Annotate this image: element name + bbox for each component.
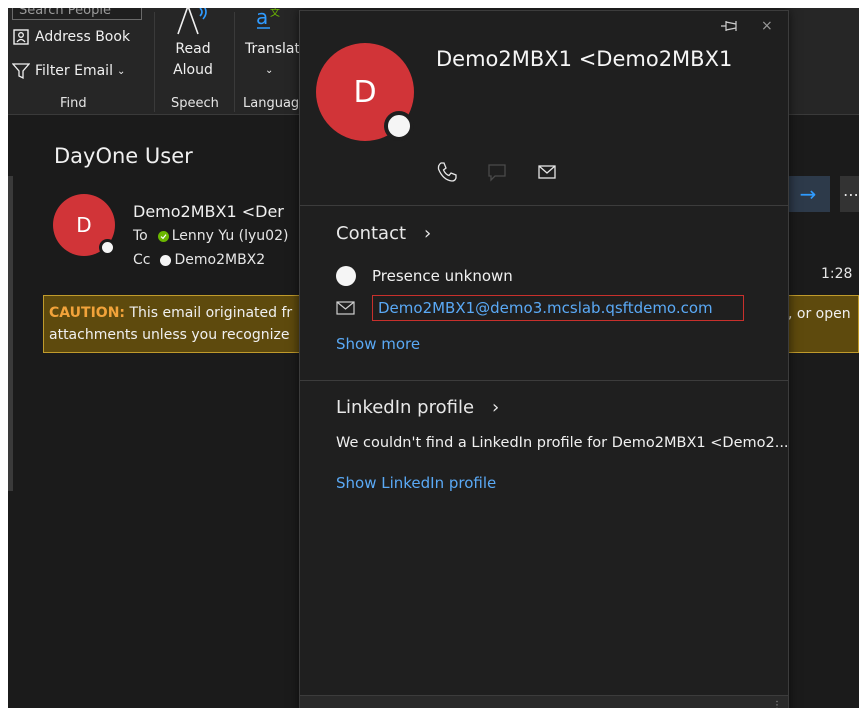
card-footer: ⋮ — [300, 695, 788, 708]
filter-email-label: Filter Email — [35, 63, 113, 79]
forward-button[interactable]: → — [786, 176, 830, 212]
address-book-button[interactable]: Address Book — [12, 26, 130, 48]
message-time: 1:28 — [821, 266, 853, 282]
cc-recipient[interactable]: Demo2MBX2 — [174, 252, 265, 268]
available-check-icon — [157, 230, 169, 242]
linkedin-section-title: LinkedIn profile — [336, 397, 475, 418]
caution-text-right: , or open — [788, 306, 851, 322]
read-aloud-icon — [177, 8, 207, 35]
filter-email-button[interactable]: Filter Email ⌄ — [12, 60, 125, 82]
translate-icon: a文 — [256, 8, 280, 29]
group-label-speech: Speech — [171, 96, 219, 111]
chevron-down-icon: ⌄ — [265, 65, 274, 76]
linkedin-section-header[interactable]: LinkedIn profile › — [336, 397, 499, 418]
presence-unknown-icon — [336, 266, 356, 286]
message-subject: DayOne User — [54, 144, 193, 168]
chat-icon[interactable] — [486, 161, 508, 183]
presence-text: Presence unknown — [372, 267, 513, 285]
phone-icon[interactable] — [436, 161, 458, 183]
contact-initial: D — [353, 74, 377, 110]
filter-icon — [12, 63, 30, 80]
presence-row: Presence unknown — [336, 266, 513, 286]
card-divider — [300, 380, 788, 381]
more-actions-button[interactable]: ⋯ — [840, 176, 859, 212]
arrow-right-icon: → — [799, 182, 817, 206]
group-divider — [154, 12, 155, 112]
show-linkedin-profile-link[interactable]: Show LinkedIn profile — [336, 474, 496, 492]
sender-initial: D — [76, 213, 92, 237]
reading-pane-scrollbar[interactable] — [8, 176, 13, 491]
pin-icon[interactable] — [720, 19, 740, 33]
to-line: To Lenny Yu (lyu02) — [133, 228, 288, 244]
caution-lead: CAUTION: — [49, 305, 126, 321]
contact-section-title: Contact — [336, 223, 407, 244]
read-aloud-label-2: Aloud — [173, 62, 213, 78]
sender-name[interactable]: Demo2MBX1 <Der — [133, 202, 284, 221]
group-label-find: Find — [60, 96, 87, 111]
more-icon: ⋯ — [843, 184, 859, 204]
translate-button[interactable]: Translat ⌄ — [235, 39, 307, 81]
to-label: To — [133, 228, 148, 244]
chevron-right-icon: › — [424, 223, 432, 244]
contact-email-link[interactable]: Demo2MBX1@demo3.mcslab.qsftdemo.com — [372, 295, 744, 321]
read-aloud-button[interactable]: Read Aloud — [163, 39, 223, 81]
search-people-input[interactable]: Search People — [12, 8, 142, 20]
to-recipient[interactable]: Lenny Yu (lyu02) — [172, 228, 289, 244]
card-divider — [300, 205, 788, 206]
address-book-icon — [13, 29, 29, 45]
contact-presence-indicator — [384, 111, 414, 141]
linkedin-message: We couldn't find a LinkedIn profile for … — [336, 435, 789, 451]
svg-text:文: 文 — [270, 8, 280, 19]
outlook-window: Search People Address Book Filter Email … — [8, 8, 859, 708]
mail-icon[interactable] — [536, 161, 558, 183]
contact-actions — [436, 161, 558, 183]
svg-text:a: a — [256, 8, 268, 29]
chevron-right-icon: › — [492, 397, 500, 418]
show-more-link[interactable]: Show more — [336, 335, 420, 353]
close-icon[interactable]: × — [761, 18, 773, 34]
contact-name: Demo2MBX1 <Demo2MBX1 — [436, 47, 733, 71]
sender-presence-indicator — [99, 239, 116, 256]
translate-label: Translat — [245, 41, 300, 57]
cc-line: Cc Demo2MBX2 — [133, 252, 265, 268]
read-aloud-label-1: Read — [175, 41, 211, 57]
contact-card: × D Demo2MBX1 <Demo2MBX1 Contact › Prese… — [299, 10, 789, 708]
group-label-language: Languag — [243, 96, 300, 111]
chevron-down-icon: ⌄ — [116, 65, 126, 77]
cc-label: Cc — [133, 252, 151, 268]
resize-grip-icon[interactable]: ⋮ — [772, 700, 782, 708]
caution-text-1: This email originated fr — [125, 305, 293, 321]
contact-section-header[interactable]: Contact › — [336, 223, 431, 244]
email-row: Demo2MBX1@demo3.mcslab.qsftdemo.com — [336, 295, 744, 321]
presence-unknown-icon — [160, 254, 172, 266]
address-book-label: Address Book — [35, 29, 131, 45]
mail-icon — [336, 301, 355, 315]
